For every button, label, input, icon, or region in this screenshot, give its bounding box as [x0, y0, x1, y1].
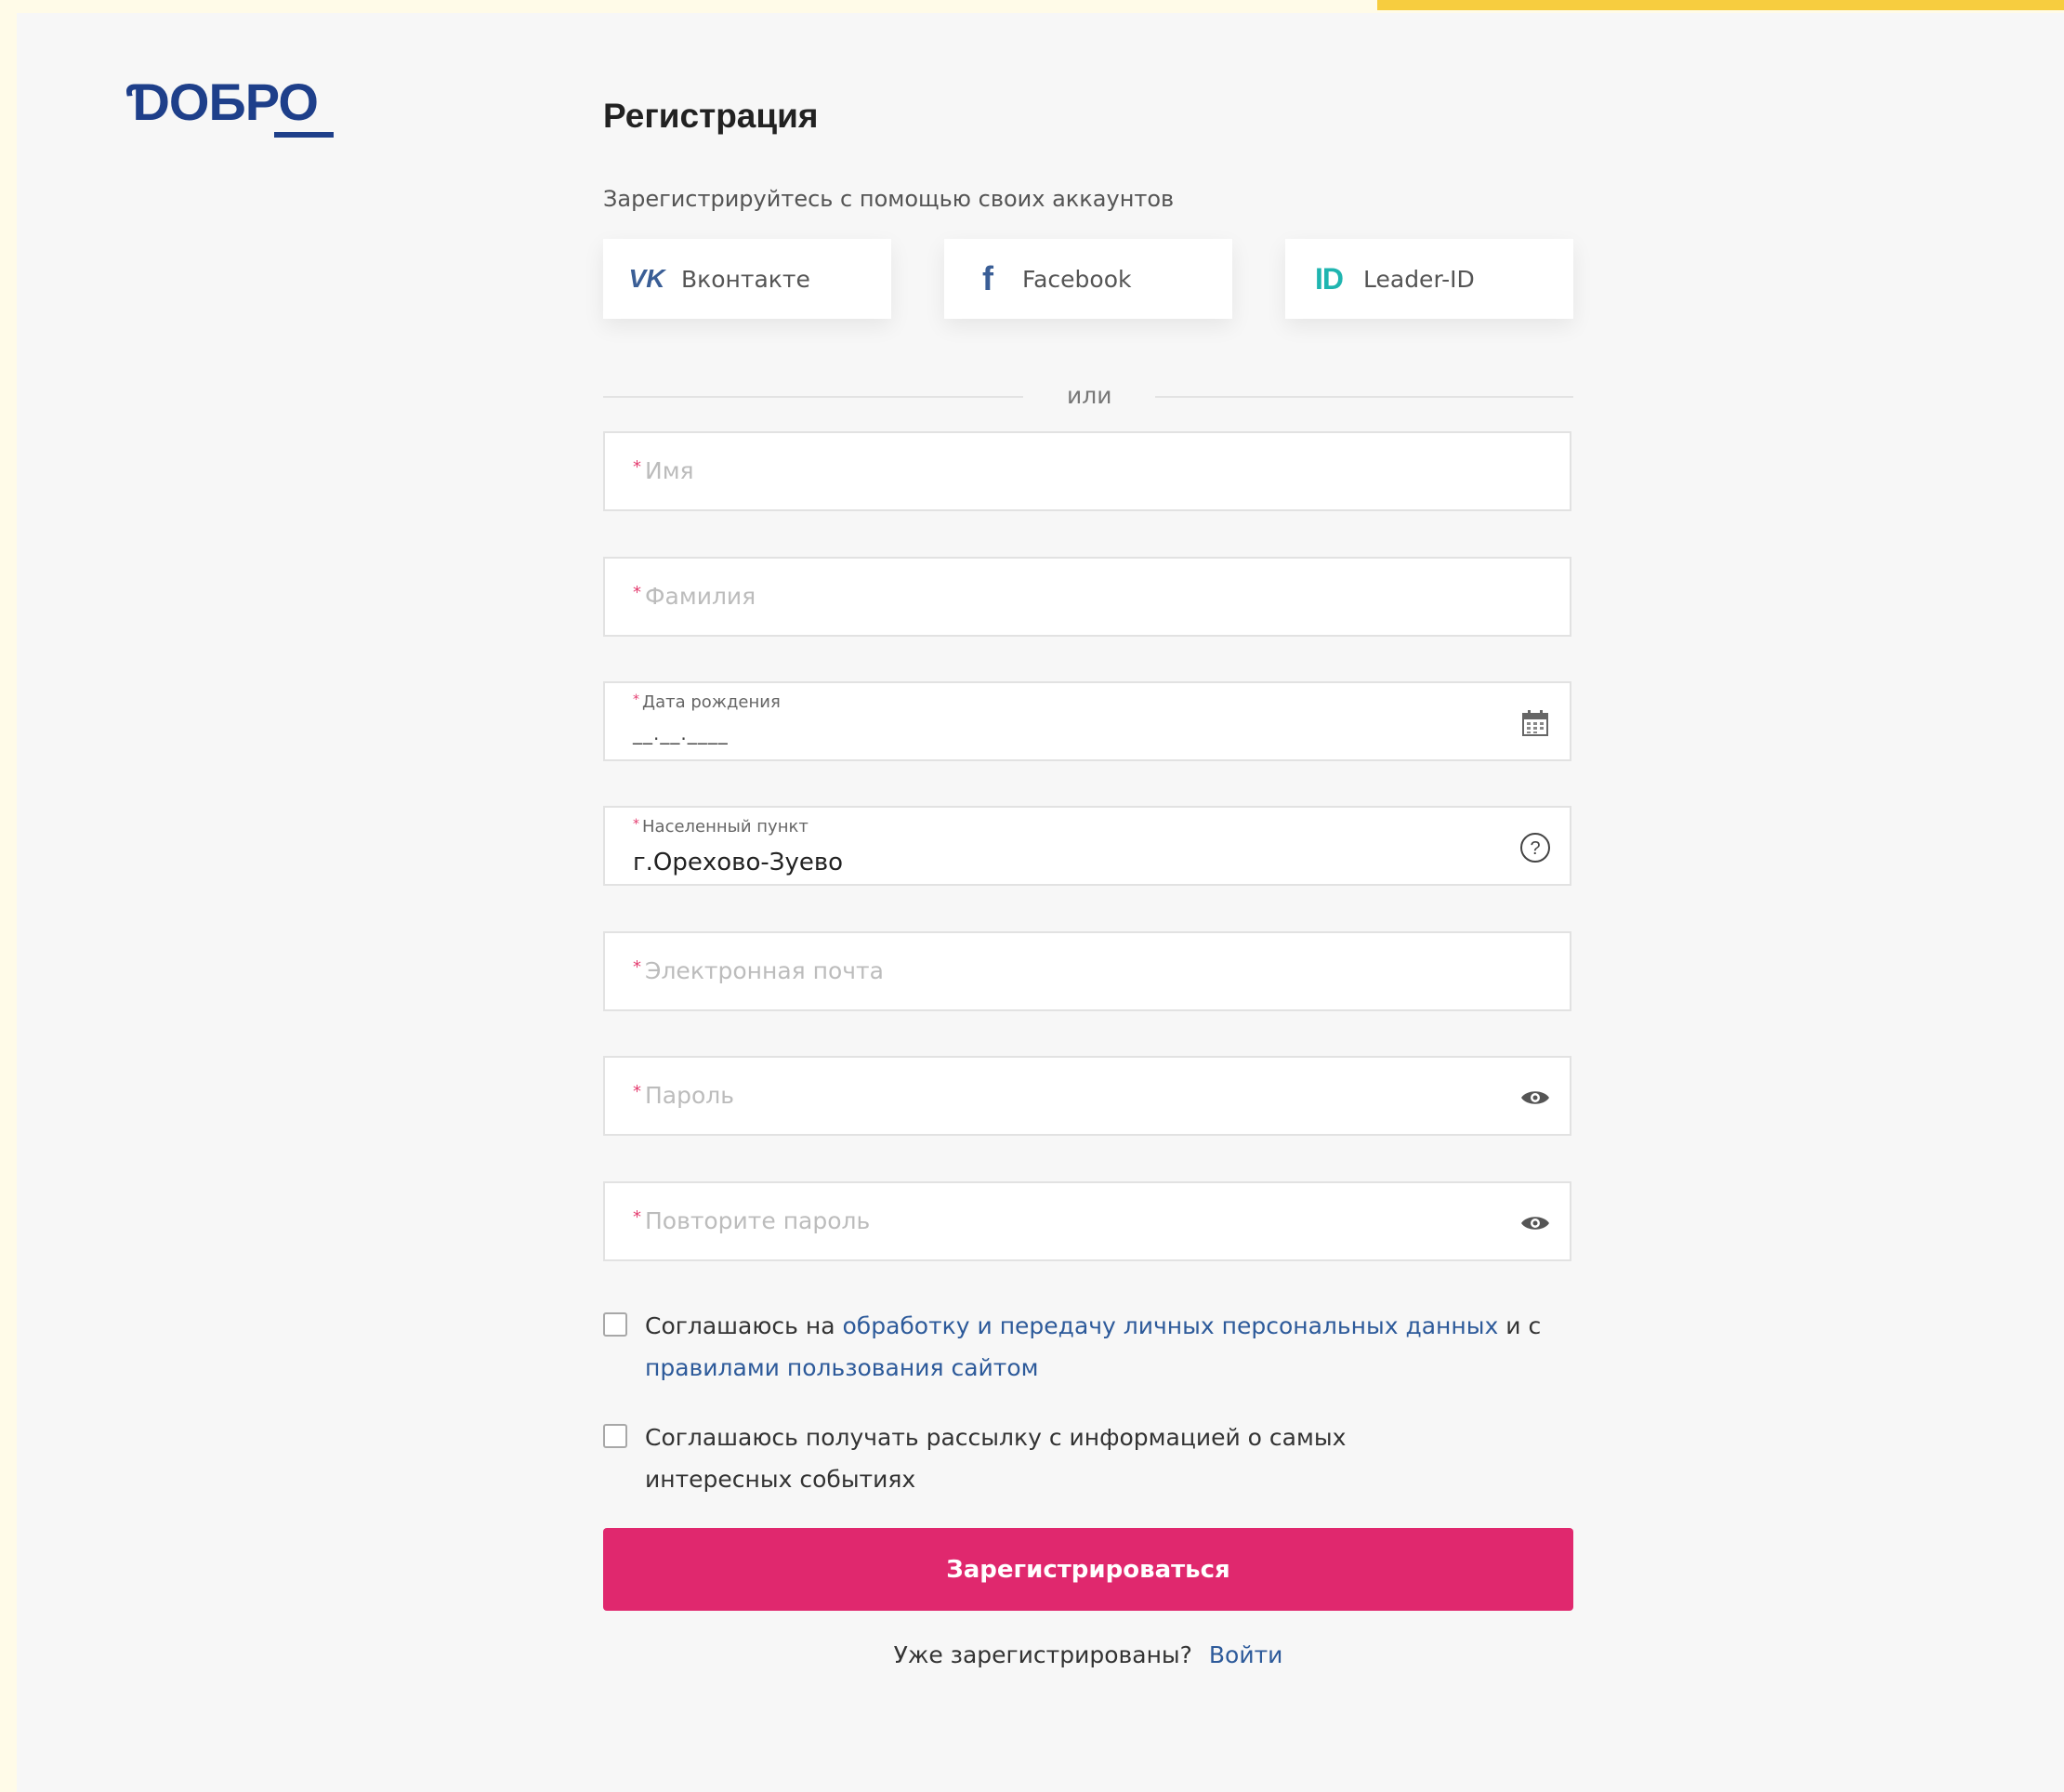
password-field[interactable]: * Пароль	[603, 1056, 1571, 1136]
login-prompt: Уже зарегистрированы? Войти	[603, 1641, 1573, 1668]
password-repeat-field[interactable]: * Повторите пароль	[603, 1181, 1571, 1261]
svg-text:?: ?	[1530, 838, 1540, 859]
eye-icon[interactable]	[1519, 1082, 1551, 1113]
leader-id-login-label: Leader-ID	[1363, 265, 1475, 293]
required-mark: *	[633, 457, 641, 477]
birth-date-mask: __.__.____	[633, 722, 729, 744]
vk-login-button[interactable]: VK Вконтакте	[603, 239, 891, 319]
required-mark: *	[633, 692, 639, 707]
last-name-placeholder: * Фамилия	[633, 583, 756, 610]
email-placeholder: * Электронная почта	[633, 957, 884, 984]
birth-date-label: * Дата рождения	[633, 692, 781, 712]
social-login-subtitle: Зарегистрируйтесь с помощью своих аккаун…	[603, 186, 1175, 212]
register-button[interactable]: Зарегистрироваться	[603, 1528, 1573, 1611]
already-registered-text: Уже зарегистрированы?	[893, 1641, 1192, 1668]
required-mark: *	[633, 957, 641, 977]
calendar-icon[interactable]	[1519, 707, 1551, 739]
first-name-field[interactable]: * Имя	[603, 431, 1571, 511]
birth-date-field[interactable]: * Дата рождения __.__.____	[603, 681, 1571, 761]
dobro-logo[interactable]: ƊОБРО	[126, 65, 340, 139]
login-link[interactable]: Войти	[1209, 1641, 1283, 1668]
email-field[interactable]: * Электронная почта	[603, 931, 1571, 1011]
first-name-placeholder: * Имя	[633, 457, 694, 484]
vk-icon: VK	[628, 264, 665, 293]
leader-id-login-button[interactable]: ID Leader-ID	[1285, 239, 1573, 319]
facebook-login-label: Facebook	[1022, 265, 1132, 293]
required-mark: *	[633, 817, 639, 832]
site-rules-link[interactable]: правилами пользования сайтом	[645, 1354, 1038, 1381]
leader-id-icon: ID	[1315, 261, 1344, 296]
divider-line-left	[603, 396, 1023, 398]
divider-or: или	[1067, 382, 1112, 409]
personal-data-consent-text: Соглашаюсь на обработку и передачу личны…	[645, 1312, 1542, 1381]
divider-line-right	[1155, 396, 1573, 398]
newsletter-checkbox[interactable]	[603, 1424, 627, 1448]
page-title: Регистрация	[603, 97, 819, 135]
vk-login-label: Вконтакте	[681, 265, 810, 293]
help-icon[interactable]: ?	[1519, 832, 1551, 863]
password-repeat-placeholder: * Повторите пароль	[633, 1207, 871, 1234]
locality-label: * Населенный пункт	[633, 817, 809, 837]
required-mark: *	[633, 1207, 641, 1227]
eye-icon[interactable]	[1519, 1207, 1551, 1239]
logo-underline	[274, 132, 334, 138]
locality-field[interactable]: * Населенный пункт г.Орехово-Зуево ?	[603, 806, 1571, 886]
top-accent-bar	[1377, 0, 2064, 10]
personal-data-link[interactable]: обработку и передачу личных персональных…	[842, 1312, 1498, 1339]
locality-value: г.Орехово-Зуево	[633, 849, 844, 876]
personal-data-checkbox[interactable]	[603, 1312, 627, 1337]
required-mark: *	[633, 583, 641, 602]
required-mark: *	[633, 1082, 641, 1101]
newsletter-consent-text: Соглашаюсь получать рассылку с информаци…	[645, 1424, 1347, 1493]
password-placeholder: * Пароль	[633, 1082, 734, 1109]
logo-text: ƊОБРО	[126, 72, 319, 131]
facebook-login-button[interactable]: f Facebook	[944, 239, 1232, 319]
facebook-icon: f	[982, 259, 993, 297]
last-name-field[interactable]: * Фамилия	[603, 557, 1571, 637]
